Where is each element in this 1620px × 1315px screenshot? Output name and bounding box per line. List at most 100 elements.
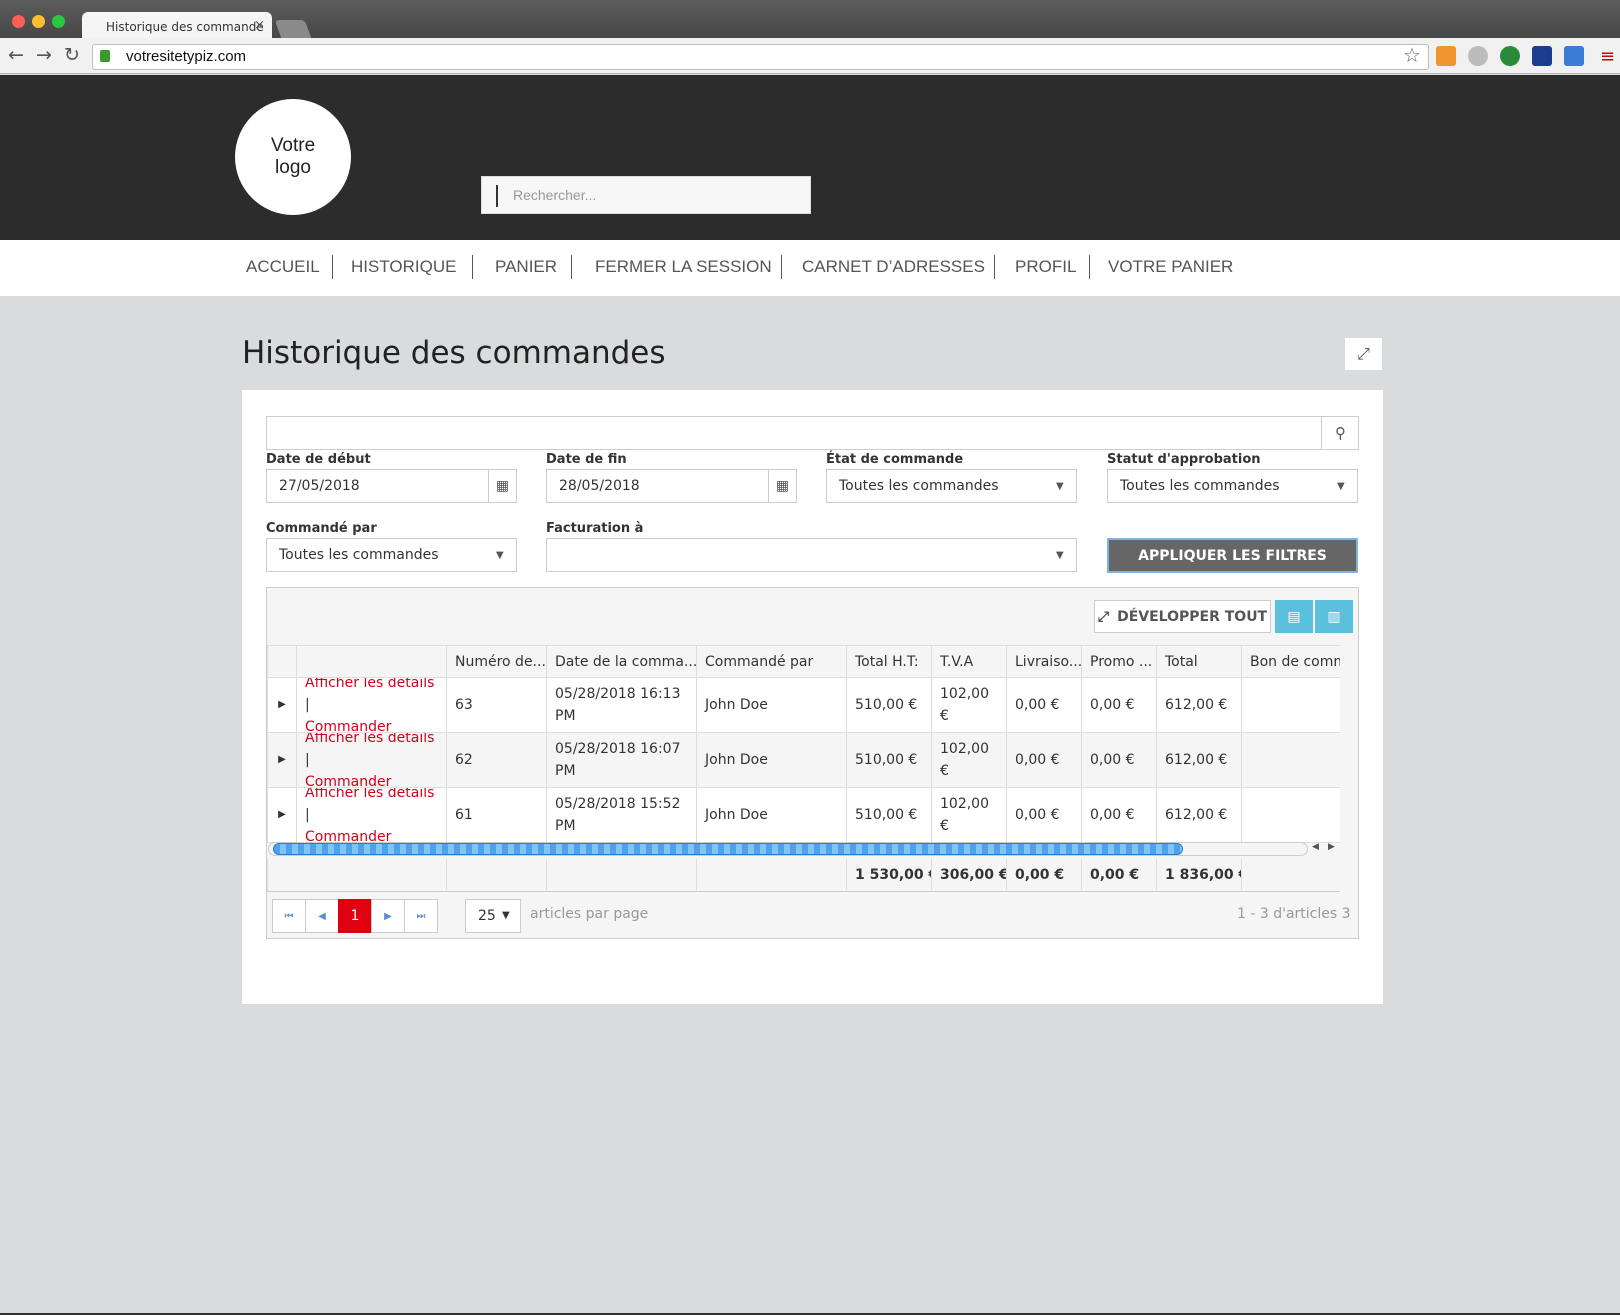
- bookmark-star-icon[interactable]: ☆: [1403, 43, 1421, 67]
- reorder-link[interactable]: Commander: [305, 829, 391, 842]
- column-header-date[interactable]: Date de la comma...: [546, 645, 696, 678]
- extension-chart-icon[interactable]: [1436, 46, 1456, 66]
- start-date-field[interactable]: 27/05/2018: [266, 469, 517, 503]
- column-header-total[interactable]: Total: [1156, 645, 1241, 678]
- view-details-link[interactable]: Afficher les détails: [305, 788, 434, 801]
- close-window-button[interactable]: [12, 15, 25, 28]
- per-page-label: articles par page: [530, 906, 649, 922]
- calendar-icon[interactable]: ▦: [768, 469, 796, 503]
- pager-first-icon[interactable]: ⏮: [272, 899, 306, 933]
- nav-item-panier[interactable]: PANIER: [495, 257, 557, 277]
- link-separator: |: [305, 697, 310, 713]
- expand-row-icon[interactable]: ▶: [278, 694, 286, 716]
- promo-cell-text: 0,00 €: [1090, 807, 1135, 823]
- column-header-promo[interactable]: Promo ...: [1081, 645, 1156, 678]
- nav-item-votre-panier[interactable]: VOTRE PANIER: [1108, 257, 1233, 277]
- tva-cell-text: 102,00 €: [940, 686, 989, 724]
- footer-promo: 0,00 €: [1081, 859, 1156, 892]
- nav-item-fermer-session[interactable]: FERMER LA SESSION: [595, 257, 772, 277]
- nav-separator: [1089, 255, 1090, 279]
- pager-next-icon[interactable]: ▶: [371, 899, 405, 933]
- total-ht-cell: 510,00 €: [846, 733, 931, 788]
- export-pdf-icon[interactable]: ▥: [1315, 600, 1353, 633]
- pager-last-icon[interactable]: ⏭: [404, 899, 438, 933]
- back-icon[interactable]: ←: [8, 44, 24, 66]
- url-text[interactable]: votresitetypiz.com: [126, 48, 246, 65]
- ordered-by-cell-text: John Doe: [705, 697, 768, 713]
- column-header-total-ht[interactable]: Total H.T:: [846, 645, 931, 678]
- shipping-cell-text: 0,00 €: [1015, 807, 1060, 823]
- export-excel-icon[interactable]: ▤: [1275, 600, 1313, 633]
- view-details-link[interactable]: Afficher les détails: [305, 678, 434, 691]
- start-date-label: Date de début: [266, 452, 371, 467]
- total-cell: 612,00 €: [1156, 678, 1241, 733]
- extension-fdvt-icon[interactable]: [1532, 46, 1552, 66]
- nav-item-carnet-adresses[interactable]: CARNET D’ADRESSES: [802, 257, 985, 277]
- nav-item-historique[interactable]: HISTORIQUE: [351, 257, 456, 277]
- nav-separator: [472, 255, 473, 279]
- page-size-select[interactable]: 25: [465, 899, 521, 933]
- nav-item-accueil[interactable]: ACCUEIL: [246, 257, 320, 277]
- expand-row-icon[interactable]: ▶: [278, 749, 286, 771]
- reorder-link[interactable]: Commander: [305, 774, 391, 787]
- column-header-number[interactable]: Numéro de...: [446, 645, 546, 678]
- minimize-window-button[interactable]: [32, 15, 45, 28]
- lock-icon: [100, 50, 110, 62]
- end-date-field[interactable]: 28/05/2018: [546, 469, 797, 503]
- view-details-link[interactable]: Afficher les détails: [305, 733, 434, 746]
- ordered-by-select[interactable]: Toutes les commandes: [266, 538, 517, 572]
- tab-title: Historique des commande: [106, 20, 264, 34]
- total-ht-cell-text: 510,00 €: [855, 807, 918, 823]
- ordered-by-cell-text: John Doe: [705, 807, 768, 823]
- nav-item-profil[interactable]: PROFIL: [1015, 257, 1076, 277]
- column-header-shipping[interactable]: Livraiso...: [1006, 645, 1081, 678]
- billing-select[interactable]: [546, 538, 1077, 572]
- actions-cell: Afficher les détails | Commander: [296, 788, 446, 843]
- expand-row-icon[interactable]: ▶: [278, 804, 286, 826]
- tab-close-icon[interactable]: ×: [254, 18, 265, 33]
- scroll-left-arrow-icon[interactable]: ◀: [1312, 842, 1319, 852]
- browser-tab[interactable]: Historique des commande: [82, 12, 272, 40]
- shipping-cell-text: 0,00 €: [1015, 752, 1060, 768]
- new-tab-button[interactable]: [274, 20, 312, 38]
- order-number-cell-text: 63: [455, 697, 473, 713]
- link-separator: |: [305, 807, 310, 823]
- actions-cell: Afficher les détails | Commander: [296, 733, 446, 788]
- reorder-link[interactable]: Commander: [305, 719, 391, 732]
- expand-all-button[interactable]: ⤢ DÉVELOPPER TOUT: [1094, 600, 1271, 633]
- search-icon[interactable]: ⚲: [1321, 416, 1359, 450]
- apply-filters-button[interactable]: APPLIQUER LES FILTRES: [1107, 538, 1358, 573]
- shipping-cell-text: 0,00 €: [1015, 697, 1060, 713]
- fullscreen-toggle-icon[interactable]: ⤢: [1345, 338, 1382, 370]
- order-date-text: 05/28/2018 16:13: [555, 686, 681, 702]
- extension-new-icon[interactable]: [1564, 46, 1584, 66]
- pager-current-page[interactable]: 1: [338, 899, 372, 933]
- column-header-ordered-by[interactable]: Commandé par: [696, 645, 846, 678]
- site-search-input[interactable]: Rechercher...: [481, 176, 811, 214]
- site-logo[interactable]: Votre logo: [235, 99, 351, 215]
- calendar-icon[interactable]: ▦: [488, 469, 516, 503]
- reload-icon[interactable]: ↻: [64, 44, 80, 66]
- footer-shipping: 0,00 €: [1006, 859, 1081, 892]
- address-bar[interactable]: [92, 44, 1429, 70]
- column-header-actions: [296, 645, 446, 678]
- horizontal-scrollbar-thumb[interactable]: [273, 843, 1183, 855]
- total-cell-text: 612,00 €: [1165, 697, 1228, 713]
- maximize-window-button[interactable]: [52, 15, 65, 28]
- tva-cell-text: 102,00 €: [940, 796, 989, 834]
- purchase-order-cell: [1241, 678, 1340, 733]
- grid-search-input[interactable]: [266, 416, 1359, 450]
- tva-cell: 102,00 €: [931, 678, 1006, 733]
- forward-icon[interactable]: →: [36, 44, 52, 66]
- column-header-tva[interactable]: T.V.A: [931, 645, 1006, 678]
- pager-prev-icon[interactable]: ◀: [305, 899, 339, 933]
- extension-recycle-icon[interactable]: [1468, 46, 1488, 66]
- order-state-select[interactable]: Toutes les commandes: [826, 469, 1077, 503]
- extension-globe-icon[interactable]: [1500, 46, 1520, 66]
- scroll-right-arrow-icon[interactable]: ▶: [1328, 842, 1335, 852]
- expand-icon: ⤢: [1097, 608, 1110, 625]
- column-header-purchase-order[interactable]: Bon de comm: [1241, 645, 1340, 678]
- browser-menu-icon[interactable]: ≡: [1600, 46, 1615, 67]
- order-date-text: 05/28/2018 16:07: [555, 741, 681, 757]
- approval-status-select[interactable]: Toutes les commandes: [1107, 469, 1358, 503]
